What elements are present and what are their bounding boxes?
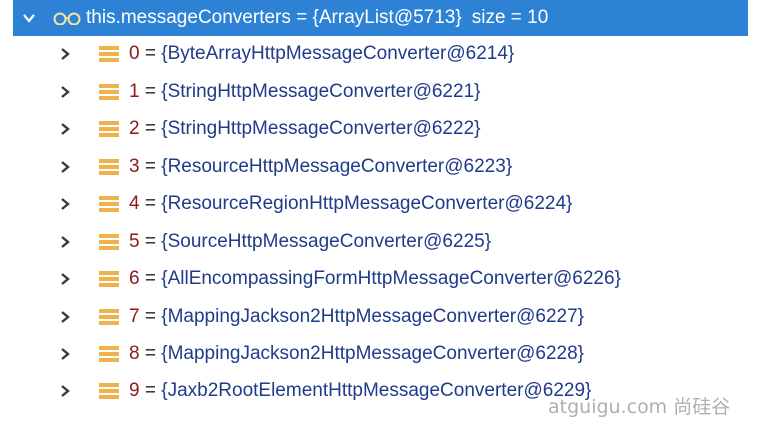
chevron-right-icon[interactable] — [58, 121, 72, 137]
item-value: {AllEncompassingFormHttpMessageConverter… — [161, 268, 621, 289]
item-equals: = — [139, 81, 162, 102]
field-icon — [99, 196, 119, 212]
item-index: 3 — [129, 156, 140, 177]
item-value: {SourceHttpMessageConverter@6225} — [161, 231, 492, 252]
item-equals: = — [139, 268, 162, 289]
item-value: {StringHttpMessageConverter@6221} — [161, 81, 481, 102]
list-item[interactable]: 5 = {SourceHttpMessageConverter@6225} — [0, 224, 491, 260]
root-variable-label: this.messageConverters = {ArrayList@5713… — [86, 7, 462, 28]
item-value: {Jaxb2RootElementHttpMessageConverter@62… — [161, 380, 592, 401]
item-equals: = — [139, 193, 162, 214]
field-icon — [99, 121, 119, 137]
list-item[interactable]: 1 = {StringHttpMessageConverter@6221} — [0, 74, 480, 110]
item-equals: = — [139, 306, 162, 327]
chevron-right-icon[interactable] — [58, 383, 72, 399]
root-variable-row[interactable]: this.messageConverters = {ArrayList@5713… — [13, 0, 748, 36]
glasses-icon — [53, 12, 81, 25]
list-item[interactable]: 2 = {StringHttpMessageConverter@6222} — [0, 111, 480, 147]
chevron-right-icon[interactable] — [58, 346, 72, 362]
item-index: 9 — [129, 380, 140, 401]
list-item[interactable]: 7 = {MappingJackson2HttpMessageConverter… — [0, 299, 584, 335]
chevron-down-icon[interactable] — [22, 11, 36, 25]
item-value: {ResourceRegionHttpMessageConverter@6224… — [161, 193, 573, 214]
list-item[interactable]: 0 = {ByteArrayHttpMessageConverter@6214} — [0, 36, 514, 72]
list-item[interactable]: 9 = {Jaxb2RootElementHttpMessageConverte… — [0, 373, 591, 409]
item-index: 2 — [129, 118, 140, 139]
root-variable-size: size = 10 — [471, 7, 549, 28]
item-index: 7 — [129, 306, 140, 327]
field-icon — [99, 46, 119, 62]
list-item[interactable]: 4 = {ResourceRegionHttpMessageConverter@… — [0, 186, 572, 222]
list-item[interactable]: 6 = {AllEncompassingFormHttpMessageConve… — [0, 261, 621, 297]
item-index: 4 — [129, 193, 140, 214]
item-equals: = — [139, 343, 162, 364]
item-value: {MappingJackson2HttpMessageConverter@622… — [161, 343, 584, 364]
item-index: 8 — [129, 343, 140, 364]
watermark: atguigu.com 尚硅谷 — [548, 396, 731, 418]
item-index: 0 — [129, 43, 140, 64]
item-equals: = — [139, 43, 162, 64]
field-icon — [99, 159, 119, 175]
item-index: 1 — [129, 81, 140, 102]
item-value: {MappingJackson2HttpMessageConverter@622… — [161, 306, 584, 327]
item-equals: = — [139, 380, 162, 401]
list-item[interactable]: 8 = {MappingJackson2HttpMessageConverter… — [0, 336, 584, 372]
field-icon — [99, 309, 119, 325]
field-icon — [99, 234, 119, 250]
item-index: 6 — [129, 268, 140, 289]
item-equals: = — [139, 156, 162, 177]
field-icon — [99, 271, 119, 287]
chevron-right-icon[interactable] — [58, 271, 72, 287]
chevron-right-icon[interactable] — [58, 46, 72, 62]
chevron-right-icon[interactable] — [58, 309, 72, 325]
item-value: {ResourceHttpMessageConverter@6223} — [161, 156, 513, 177]
field-icon — [99, 346, 119, 362]
field-icon — [99, 84, 119, 100]
item-equals: = — [139, 231, 162, 252]
item-value: {StringHttpMessageConverter@6222} — [161, 118, 481, 139]
chevron-right-icon[interactable] — [58, 84, 72, 100]
chevron-right-icon[interactable] — [58, 234, 72, 250]
chevron-right-icon[interactable] — [58, 159, 72, 175]
item-equals: = — [139, 118, 162, 139]
debugger-variables-tree: this.messageConverters = {ArrayList@5713… — [0, 0, 766, 430]
item-index: 5 — [129, 231, 140, 252]
field-icon — [99, 383, 119, 399]
chevron-right-icon[interactable] — [58, 196, 72, 212]
list-item[interactable]: 3 = {ResourceHttpMessageConverter@6223} — [0, 149, 512, 185]
item-value: {ByteArrayHttpMessageConverter@6214} — [161, 43, 515, 64]
